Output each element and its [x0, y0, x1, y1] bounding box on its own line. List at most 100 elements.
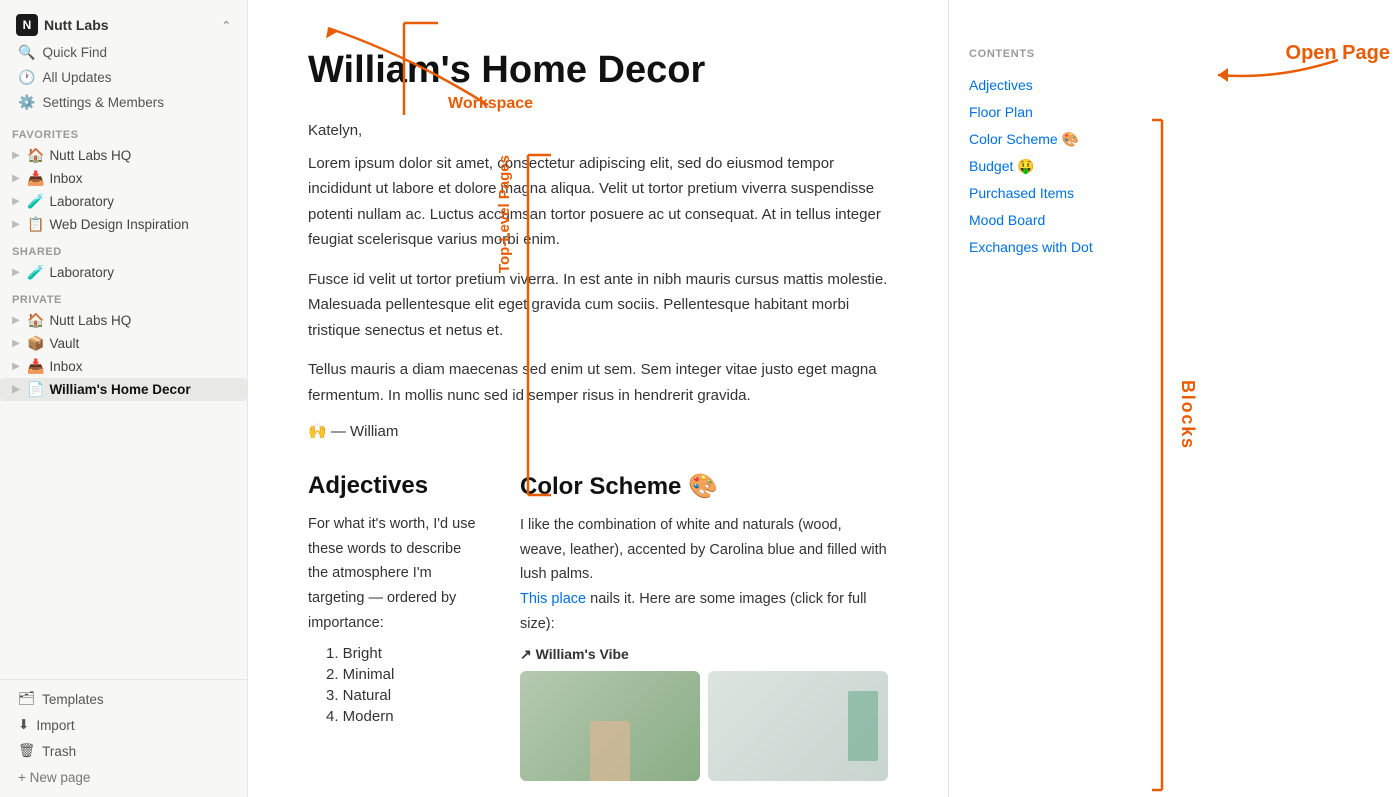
- trash-icon: 🗑: [18, 743, 35, 759]
- workspace-name: Nutt Labs: [44, 17, 109, 33]
- sidebar-item-label: Nutt Labs HQ: [49, 148, 131, 163]
- page-icon: 🏠: [27, 147, 44, 164]
- templates-button[interactable]: 🗂 Templates: [8, 686, 239, 712]
- page-icon: 📋: [27, 216, 44, 233]
- page-body-2: Fusce id velit ut tortor pretium viverra…: [308, 267, 888, 344]
- this-place-link[interactable]: This place: [520, 591, 586, 607]
- page-title: William's Home Decor: [308, 48, 888, 94]
- vibe-link[interactable]: ↗ William's Vibe: [520, 646, 888, 663]
- page-icon: 🧪: [27, 193, 44, 210]
- sidebar-item-vault[interactable]: ▶ 📦 Vault: [0, 332, 247, 355]
- chevron-icon: ▶: [10, 219, 22, 230]
- chevron-icon: ▶: [10, 315, 22, 326]
- vibe-image-1: [520, 671, 700, 781]
- page-icon: 🏠: [27, 312, 44, 329]
- quick-find-button[interactable]: 🔍 Quick Find: [8, 40, 239, 65]
- import-button[interactable]: ⬇ Import: [8, 712, 239, 738]
- contents-link-purchased-items[interactable]: Purchased Items: [969, 180, 1148, 207]
- sidebar-item-label: Web Design Inspiration: [49, 217, 188, 232]
- sidebar-item-nutt-labs-hq-fav[interactable]: ▶ 🏠 Nutt Labs HQ: [0, 144, 247, 167]
- sidebar-item-nutt-labs-hq-priv[interactable]: ▶ 🏠 Nutt Labs HQ: [0, 309, 247, 332]
- vibe-label: ↗ William's Vibe: [520, 646, 629, 663]
- chevron-icon: ▶: [10, 338, 22, 349]
- sidebar-item-label: Nutt Labs HQ: [49, 313, 131, 328]
- page-signature: 🙌 — William: [308, 422, 888, 440]
- trash-label: Trash: [42, 744, 76, 759]
- sidebar-item-laboratory-fav[interactable]: ▶ 🧪 Laboratory: [0, 190, 247, 213]
- page-icon: 📦: [27, 335, 44, 352]
- chevron-icon: ▶: [10, 173, 22, 184]
- quick-find-label: Quick Find: [42, 45, 107, 60]
- chevron-icon: ▶: [10, 384, 22, 395]
- page-icon: 🧪: [27, 264, 44, 281]
- list-item: 1. Bright: [326, 645, 480, 662]
- contents-link-budget[interactable]: Budget 🤑: [969, 153, 1148, 180]
- adjectives-heading: Adjectives: [308, 472, 480, 500]
- right-panel: CONTENTS Adjectives Floor Plan Color Sch…: [948, 0, 1168, 797]
- sidebar-item-label: Laboratory: [49, 265, 114, 280]
- contents-link-mood-board[interactable]: Mood Board: [969, 207, 1148, 234]
- contents-link-color-scheme[interactable]: Color Scheme 🎨: [969, 126, 1148, 153]
- sidebar-item-web-design-fav[interactable]: ▶ 📋 Web Design Inspiration: [0, 213, 247, 236]
- sidebar-item-label: William's Home Decor: [49, 382, 190, 397]
- settings-button[interactable]: ⚙️ Settings & Members: [8, 90, 239, 115]
- gear-icon: ⚙️: [18, 94, 35, 111]
- search-icon: 🔍: [18, 44, 35, 61]
- color-scheme-column: Color Scheme 🎨 I like the combination of…: [520, 472, 888, 781]
- all-updates-button[interactable]: 🕐 All Updates: [8, 65, 239, 90]
- page-greeting: Katelyn,: [308, 122, 888, 139]
- contents-link-adjectives[interactable]: Adjectives: [969, 72, 1148, 99]
- sidebar-bottom: 🗂 Templates ⬇ Import 🗑 Trash + New page: [0, 679, 247, 797]
- sidebar-item-label: Inbox: [49, 359, 82, 374]
- sidebar: N Nutt Labs ⌃ 🔍 Quick Find 🕐 All Updates…: [0, 0, 248, 797]
- content-area: William's Home Decor Katelyn, Lorem ipsu…: [248, 0, 948, 797]
- workspace-chevron-icon: ⌃: [222, 19, 231, 32]
- sidebar-item-williams-home-decor[interactable]: ▶ 📄 William's Home Decor: [0, 378, 247, 401]
- page-icon: 📥: [27, 170, 44, 187]
- new-page-label: + New page: [18, 770, 90, 785]
- chevron-icon: ▶: [10, 267, 22, 278]
- vibe-image-2: [708, 671, 888, 781]
- sidebar-item-inbox-priv[interactable]: ▶ 📥 Inbox: [0, 355, 247, 378]
- trash-button[interactable]: 🗑 Trash: [8, 738, 239, 764]
- page-body-1: Lorem ipsum dolor sit amet, consectetur …: [308, 151, 888, 253]
- contents-link-exchanges[interactable]: Exchanges with Dot: [969, 234, 1148, 261]
- contents-link-floor-plan[interactable]: Floor Plan: [969, 99, 1148, 126]
- columns-section: Adjectives For what it's worth, I'd use …: [308, 472, 888, 781]
- sidebar-item-label: Inbox: [49, 171, 82, 186]
- main-area: William's Home Decor Katelyn, Lorem ipsu…: [248, 0, 1400, 797]
- private-section-label: Private: [0, 284, 247, 309]
- color-scheme-body-text: I like the combination of white and natu…: [520, 517, 887, 582]
- import-label: Import: [36, 718, 74, 733]
- templates-icon: 🗂: [18, 691, 35, 707]
- open-page-annotation-label: Open Page: [1286, 42, 1390, 65]
- sidebar-item-label: Vault: [49, 336, 79, 351]
- page-body-3: Tellus mauris a diam maecenas sed enim u…: [308, 357, 888, 408]
- adjectives-column: Adjectives For what it's worth, I'd use …: [308, 472, 480, 781]
- color-scheme-body: I like the combination of white and natu…: [520, 513, 888, 636]
- adjectives-body: For what it's worth, I'd use these words…: [308, 512, 480, 635]
- new-page-button[interactable]: + New page: [8, 764, 239, 791]
- sidebar-item-inbox-fav[interactable]: ▶ 📥 Inbox: [0, 167, 247, 190]
- contents-heading: CONTENTS: [969, 48, 1148, 60]
- clock-icon: 🕐: [18, 69, 35, 86]
- list-item: 4. Modern: [326, 708, 480, 725]
- shared-section-label: Shared: [0, 236, 247, 261]
- templates-label: Templates: [42, 692, 104, 707]
- list-item: 2. Minimal: [326, 666, 480, 683]
- import-icon: ⬇: [18, 717, 29, 733]
- sidebar-item-label: Laboratory: [49, 194, 114, 209]
- image-row: [520, 671, 888, 781]
- list-item: 3. Natural: [326, 687, 480, 704]
- workspace-icon: N: [16, 14, 38, 36]
- chevron-icon: ▶: [10, 361, 22, 372]
- color-scheme-heading: Color Scheme 🎨: [520, 472, 888, 501]
- workspace-button[interactable]: N Nutt Labs ⌃: [8, 10, 239, 40]
- chevron-icon: ▶: [10, 150, 22, 161]
- all-updates-label: All Updates: [42, 70, 111, 85]
- sidebar-item-laboratory-shared[interactable]: ▶ 🧪 Laboratory: [0, 261, 247, 284]
- page-icon: 📥: [27, 358, 44, 375]
- chevron-icon: ▶: [10, 196, 22, 207]
- blocks-annotation-label: Blocks: [1177, 380, 1198, 450]
- settings-label: Settings & Members: [42, 95, 164, 110]
